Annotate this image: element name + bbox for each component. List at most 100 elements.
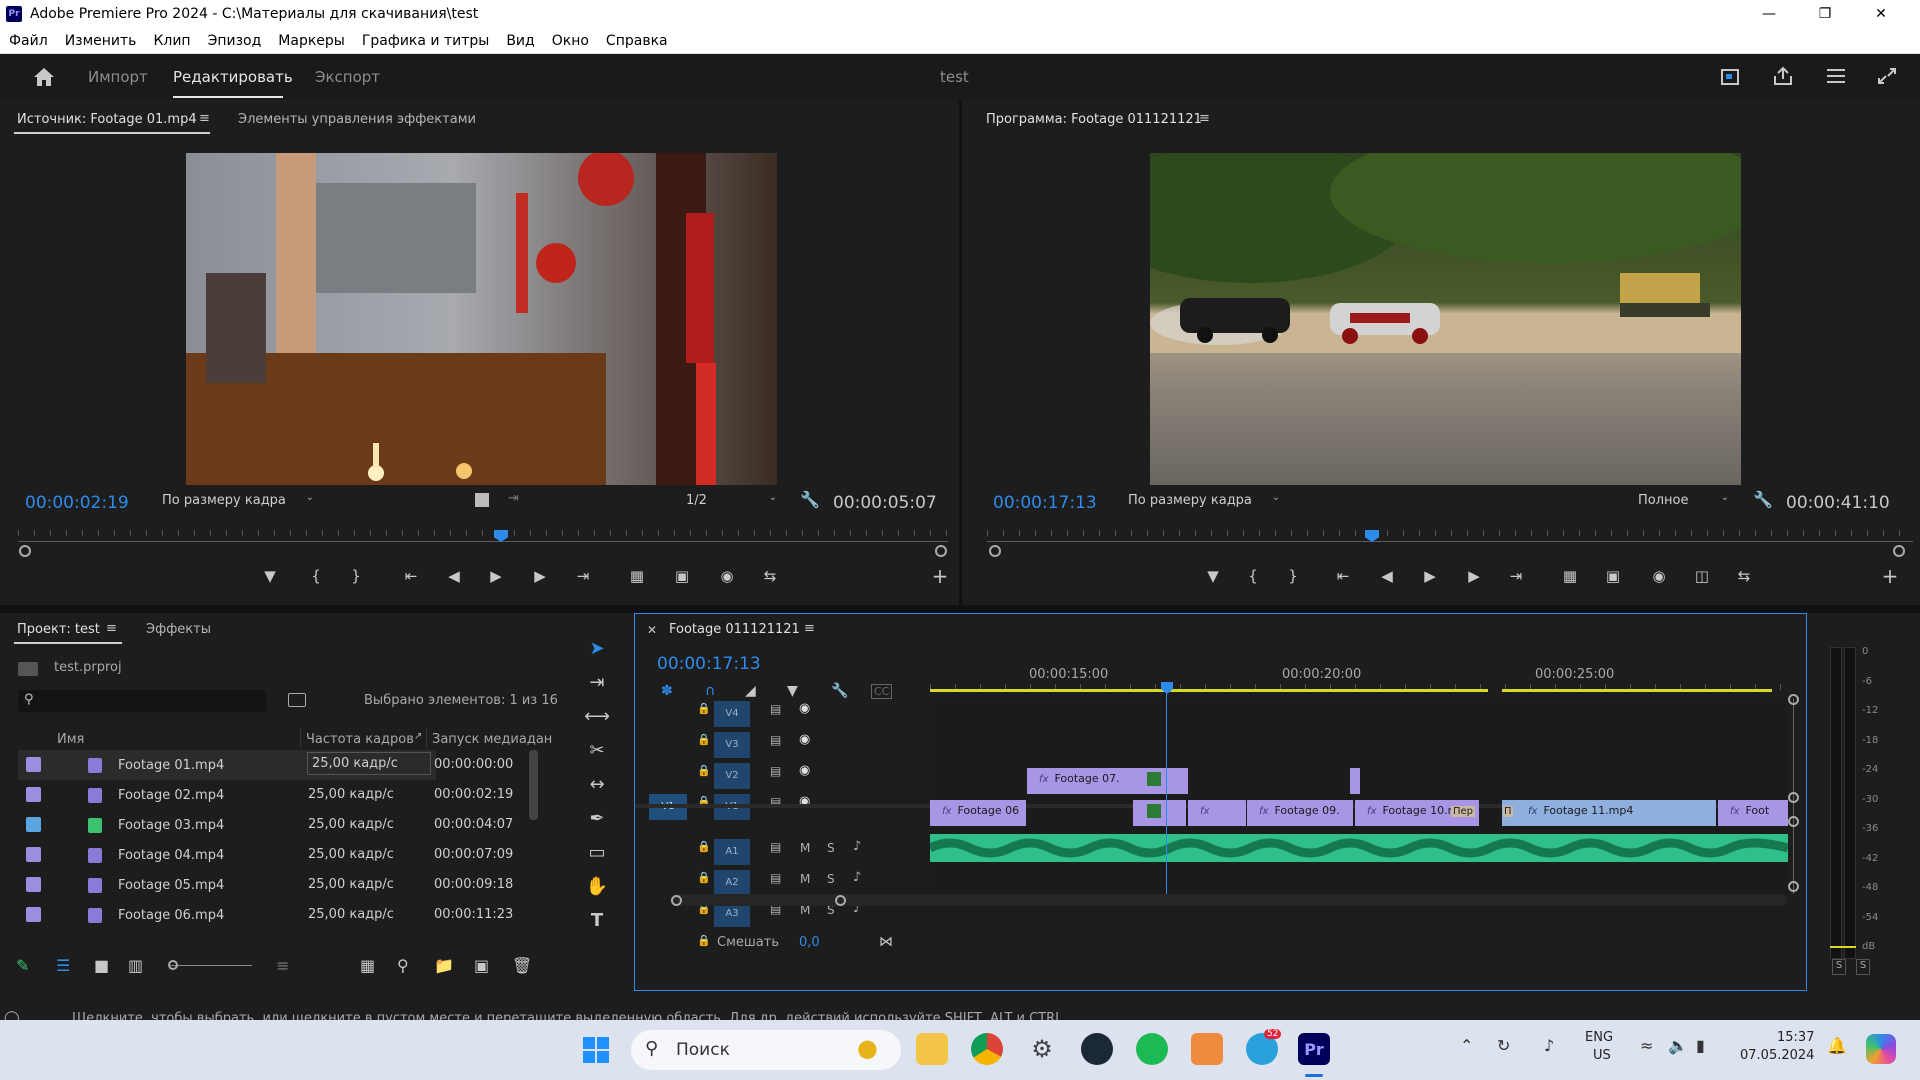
minimize-button[interactable]: — [1741, 0, 1797, 28]
zoom-slider[interactable] [170, 965, 252, 966]
lock-icon[interactable]: 🔒 [697, 840, 711, 853]
selection-tool-icon[interactable]: ➤ [577, 634, 617, 662]
tab-import[interactable]: Импорт [88, 68, 148, 86]
wifi-icon[interactable]: ≈ [1640, 1036, 1653, 1055]
mark-out-icon[interactable]: } [1281, 564, 1305, 588]
program-quality-dropdown[interactable]: Полное ⌄ [1630, 489, 1735, 511]
clip-v2-c[interactable] [1350, 768, 1360, 794]
menu-help[interactable]: Справка [606, 33, 668, 49]
mix-toggle-icon[interactable]: ⋈ [879, 934, 893, 950]
solo-button[interactable]: S [827, 872, 835, 886]
label-color-swatch[interactable] [26, 877, 41, 892]
lock-icon[interactable]: 🔒 [697, 764, 711, 777]
video-track-header[interactable]: 🔒 V4 ▤ ◉ [635, 698, 928, 728]
timeline-playhead-handle[interactable] [1161, 682, 1173, 694]
export-frame-icon[interactable]: ◉ [1647, 564, 1671, 588]
sort-icons-icon[interactable]: ≡ [276, 956, 289, 975]
microphone-icon[interactable]: ♪ [853, 870, 861, 885]
clip-v1-footage-10[interactable]: fx Footage 10.m Пер [1355, 800, 1479, 826]
battery-icon[interactable]: ▮ [1696, 1036, 1705, 1055]
new-item-icon[interactable]: ▣ [474, 956, 489, 975]
program-timeline-track[interactable] [987, 541, 1913, 542]
label-color-swatch[interactable] [26, 847, 41, 862]
workspaces-icon[interactable] [1825, 66, 1849, 88]
sort-icon[interactable]: ↗ [414, 731, 422, 742]
play-icon[interactable]: ▶ [484, 564, 508, 588]
clip-v1-transition[interactable]: П [1502, 800, 1516, 826]
steam-icon[interactable] [1081, 1033, 1113, 1065]
file-explorer-icon[interactable] [916, 1033, 948, 1065]
sync-lock-icon[interactable]: ▤ [770, 733, 781, 747]
clip-v1-b[interactable] [1133, 800, 1186, 826]
video-track-header[interactable]: 🔒 V2 ▤ ◉ [635, 760, 928, 790]
menu-view[interactable]: Вид [506, 33, 534, 49]
project-menu-icon[interactable]: ≡ [106, 621, 117, 636]
clip-v1-foot[interactable]: fx Foot [1718, 800, 1788, 826]
wrench-icon[interactable]: 🔧 [800, 490, 820, 509]
captions-icon[interactable]: CC [871, 684, 893, 699]
linked-selection-icon[interactable]: ◢ [745, 683, 756, 699]
hscroll-end-handle[interactable] [835, 895, 846, 906]
icon-view-icon[interactable]: ■ [94, 956, 109, 975]
source-tab[interactable]: Источник: Footage 01.mp4 [17, 112, 197, 127]
extract-icon[interactable]: ▣ [1601, 564, 1625, 588]
clip-v2-b[interactable] [1135, 768, 1188, 794]
pen-tool-icon[interactable]: ✒ [577, 804, 617, 832]
find-icon[interactable]: ⚲ [397, 956, 409, 975]
menu-markers[interactable]: Маркеры [278, 33, 345, 49]
home-icon[interactable] [32, 66, 56, 88]
audio-clip-a1[interactable] [930, 834, 1788, 862]
orange-app-icon[interactable] [1191, 1033, 1223, 1065]
menu-window[interactable]: Окно [552, 33, 589, 49]
settings-gear-icon[interactable]: ⚙ [1026, 1033, 1058, 1065]
project-list-item[interactable]: Footage 01.mp4 25,00 кадр/с 00:00:00:00 [18, 750, 513, 780]
list-view-icon[interactable]: ☰ [56, 956, 70, 975]
effect-controls-tab[interactable]: Элементы управления эффектами [238, 112, 476, 127]
close-sequence-icon[interactable]: ✕ [647, 623, 657, 637]
timeline-timecode[interactable]: 00:00:17:13 [657, 654, 761, 674]
ripple-edit-tool-icon[interactable]: ⟷ [577, 702, 617, 730]
go-to-in-icon[interactable]: ⇤ [399, 564, 423, 588]
insert-nest-icon[interactable]: ✽ [661, 683, 673, 699]
clip-v1-c[interactable]: fx [1188, 800, 1246, 826]
vertical-scroll-handle-bottom[interactable] [1788, 881, 1799, 892]
sequence-tab[interactable]: Footage 011121121 [669, 622, 800, 637]
chrome-icon[interactable] [971, 1033, 1003, 1065]
column-frame-rate[interactable]: Частота кадров [306, 732, 414, 747]
telegram-icon[interactable]: 52 [1246, 1029, 1282, 1065]
sequence-menu-icon[interactable]: ≡ [804, 621, 815, 636]
label-color-swatch[interactable] [26, 757, 41, 772]
rectangle-tool-icon[interactable]: ▭ [577, 838, 617, 866]
audio-track-header[interactable]: 🔒 A2 ▤ M S ♪ [635, 867, 928, 897]
project-list-item[interactable]: Footage 02.mp4 25,00 кадр/с 00:00:02:19 [18, 780, 513, 810]
eye-icon[interactable]: ◉ [799, 732, 810, 747]
lock-icon[interactable]: 🔒 [697, 733, 711, 746]
clock-date[interactable]: 07.05.2024 [1740, 1048, 1814, 1063]
solo-button[interactable]: S [827, 841, 835, 855]
step-forward-icon[interactable]: ▶ [1462, 564, 1486, 588]
lock-icon[interactable]: 🔒 [697, 871, 711, 884]
eye-icon[interactable]: ◉ [799, 763, 810, 778]
restore-button[interactable]: ❐ [1797, 0, 1853, 28]
close-button[interactable]: ✕ [1853, 0, 1909, 28]
type-tool-icon[interactable]: T [577, 906, 617, 934]
vertical-scroll-handle-a[interactable] [1788, 816, 1799, 827]
automate-to-sequence-icon[interactable]: ▦ [360, 956, 375, 975]
add-button-icon[interactable]: + [1878, 564, 1902, 588]
source-quality-dropdown[interactable]: 1/2 ⌄ [678, 489, 783, 511]
go-to-out-icon[interactable]: ⇥ [1504, 564, 1528, 588]
comparison-view-icon[interactable]: ◫ [1690, 564, 1714, 588]
add-marker-icon[interactable]: ▼ [258, 564, 282, 588]
go-to-out-icon[interactable]: ⇥ [571, 564, 595, 588]
safe-margins-icon[interactable] [475, 493, 489, 507]
step-back-icon[interactable]: ◀ [1375, 564, 1399, 588]
quick-export-icon[interactable] [1720, 66, 1744, 88]
program-tab[interactable]: Программа: Footage 011121121 [986, 112, 1202, 127]
notifications-bell-icon[interactable]: 🔔 [1827, 1036, 1847, 1055]
label-color-swatch[interactable] [26, 907, 41, 922]
source-current-timecode[interactable]: 00:00:02:19 [25, 493, 129, 513]
work-area-bar[interactable] [930, 689, 1488, 692]
source-zoom-start-handle[interactable] [19, 545, 31, 557]
windows-start-icon[interactable] [580, 1034, 612, 1066]
zoom-slider-handle[interactable] [168, 960, 178, 970]
